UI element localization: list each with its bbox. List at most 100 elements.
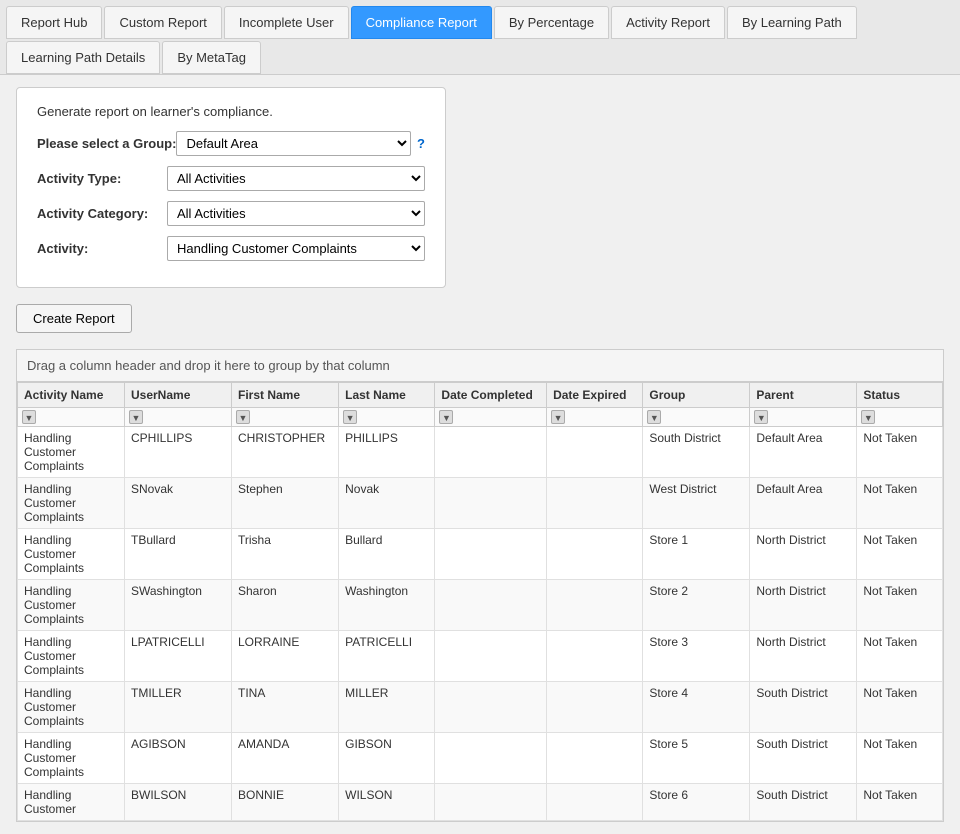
col-header-status[interactable]: Status bbox=[857, 383, 943, 408]
filter-icon-parent[interactable]: ▼ bbox=[754, 410, 768, 424]
col-header-parent[interactable]: Parent bbox=[750, 383, 857, 408]
cell-firstname-0: CHRISTOPHER bbox=[232, 427, 339, 478]
cell-activity-4: Handling Customer Complaints bbox=[18, 631, 125, 682]
cell-status-6: Not Taken bbox=[857, 733, 943, 784]
col-header-username[interactable]: UserName bbox=[125, 383, 232, 408]
col-header-group[interactable]: Group bbox=[643, 383, 750, 408]
cell-activity-7: Handling Customer bbox=[18, 784, 125, 821]
cell-parent-5: South District bbox=[750, 682, 857, 733]
tab-by-percentage[interactable]: By Percentage bbox=[494, 6, 609, 39]
form-description: Generate report on learner's compliance. bbox=[37, 104, 425, 119]
cell-dateexpired-3 bbox=[547, 580, 643, 631]
form-panel: Generate report on learner's compliance.… bbox=[16, 87, 446, 288]
tab-by-metatag[interactable]: By MetaTag bbox=[162, 41, 261, 74]
group-label: Please select a Group: bbox=[37, 136, 176, 151]
cell-username-0: CPHILLIPS bbox=[125, 427, 232, 478]
cell-datecompleted-0 bbox=[435, 427, 547, 478]
table-row: Handling Customer Complaints TBullard Tr… bbox=[18, 529, 943, 580]
cell-status-3: Not Taken bbox=[857, 580, 943, 631]
tab-compliance-report[interactable]: Compliance Report bbox=[351, 6, 492, 39]
cell-activity-6: Handling Customer Complaints bbox=[18, 733, 125, 784]
table-row: Handling Customer Complaints SWashington… bbox=[18, 580, 943, 631]
cell-datecompleted-7 bbox=[435, 784, 547, 821]
cell-dateexpired-6 bbox=[547, 733, 643, 784]
main-content: Generate report on learner's compliance.… bbox=[0, 75, 960, 834]
activity-type-row: Activity Type: All Activities bbox=[37, 166, 425, 191]
activity-category-label: Activity Category: bbox=[37, 206, 167, 221]
activity-type-select[interactable]: All Activities bbox=[167, 166, 425, 191]
filter-icon-activity[interactable]: ▼ bbox=[22, 410, 36, 424]
cell-parent-6: South District bbox=[750, 733, 857, 784]
cell-firstname-2: Trisha bbox=[232, 529, 339, 580]
group-row: Please select a Group: Default Area ? bbox=[37, 131, 425, 156]
help-link[interactable]: ? bbox=[417, 136, 425, 151]
col-header-activity-name[interactable]: Activity Name bbox=[18, 383, 125, 408]
cell-datecompleted-4 bbox=[435, 631, 547, 682]
cell-dateexpired-4 bbox=[547, 631, 643, 682]
drag-header: Drag a column header and drop it here to… bbox=[17, 350, 943, 382]
cell-username-7: BWILSON bbox=[125, 784, 232, 821]
col-header-date-expired[interactable]: Date Expired bbox=[547, 383, 643, 408]
cell-username-3: SWashington bbox=[125, 580, 232, 631]
filter-icon-datecompleted[interactable]: ▼ bbox=[439, 410, 453, 424]
col-header-last-name[interactable]: Last Name bbox=[339, 383, 435, 408]
tab-custom-report[interactable]: Custom Report bbox=[104, 6, 221, 39]
filter-icon-dateexpired[interactable]: ▼ bbox=[551, 410, 565, 424]
cell-dateexpired-5 bbox=[547, 682, 643, 733]
cell-firstname-7: BONNIE bbox=[232, 784, 339, 821]
activity-category-select[interactable]: All Activities bbox=[167, 201, 425, 226]
cell-lastname-1: Novak bbox=[339, 478, 435, 529]
activity-category-row: Activity Category: All Activities bbox=[37, 201, 425, 226]
filter-icon-group[interactable]: ▼ bbox=[647, 410, 661, 424]
table-body: Handling Customer Complaints CPHILLIPS C… bbox=[18, 427, 943, 821]
column-headers: Activity Name UserName First Name Last N… bbox=[18, 383, 943, 408]
tab-learning-path-details[interactable]: Learning Path Details bbox=[6, 41, 160, 74]
cell-group-5: Store 4 bbox=[643, 682, 750, 733]
activity-label: Activity: bbox=[37, 241, 167, 256]
filter-icon-firstname[interactable]: ▼ bbox=[236, 410, 250, 424]
cell-datecompleted-6 bbox=[435, 733, 547, 784]
cell-lastname-4: PATRICELLI bbox=[339, 631, 435, 682]
cell-lastname-5: MILLER bbox=[339, 682, 435, 733]
table-row: Handling Customer BWILSON BONNIE WILSON … bbox=[18, 784, 943, 821]
cell-firstname-5: TINA bbox=[232, 682, 339, 733]
cell-datecompleted-3 bbox=[435, 580, 547, 631]
cell-status-5: Not Taken bbox=[857, 682, 943, 733]
group-select[interactable]: Default Area bbox=[176, 131, 411, 156]
filter-icon-lastname[interactable]: ▼ bbox=[343, 410, 357, 424]
cell-dateexpired-1 bbox=[547, 478, 643, 529]
cell-datecompleted-5 bbox=[435, 682, 547, 733]
cell-activity-1: Handling Customer Complaints bbox=[18, 478, 125, 529]
tab-by-learning-path[interactable]: By Learning Path bbox=[727, 6, 857, 39]
cell-username-4: LPATRICELLI bbox=[125, 631, 232, 682]
cell-dateexpired-0 bbox=[547, 427, 643, 478]
cell-status-7: Not Taken bbox=[857, 784, 943, 821]
tab-incomplete-user[interactable]: Incomplete User bbox=[224, 6, 349, 39]
activity-type-label: Activity Type: bbox=[37, 171, 167, 186]
filter-icon-username[interactable]: ▼ bbox=[129, 410, 143, 424]
cell-parent-2: North District bbox=[750, 529, 857, 580]
cell-parent-4: North District bbox=[750, 631, 857, 682]
cell-username-1: SNovak bbox=[125, 478, 232, 529]
tab-activity-report[interactable]: Activity Report bbox=[611, 6, 725, 39]
col-header-first-name[interactable]: First Name bbox=[232, 383, 339, 408]
cell-parent-0: Default Area bbox=[750, 427, 857, 478]
cell-group-6: Store 5 bbox=[643, 733, 750, 784]
data-table: Activity Name UserName First Name Last N… bbox=[17, 382, 943, 821]
cell-username-6: AGIBSON bbox=[125, 733, 232, 784]
cell-group-2: Store 1 bbox=[643, 529, 750, 580]
cell-firstname-3: Sharon bbox=[232, 580, 339, 631]
activity-row: Activity: Handling Customer Complaints bbox=[37, 236, 425, 261]
cell-dateexpired-7 bbox=[547, 784, 643, 821]
cell-group-1: West District bbox=[643, 478, 750, 529]
activity-select[interactable]: Handling Customer Complaints bbox=[167, 236, 425, 261]
cell-status-0: Not Taken bbox=[857, 427, 943, 478]
filter-icon-status[interactable]: ▼ bbox=[861, 410, 875, 424]
table-container: Drag a column header and drop it here to… bbox=[16, 349, 944, 822]
cell-activity-0: Handling Customer Complaints bbox=[18, 427, 125, 478]
create-report-button[interactable]: Create Report bbox=[16, 304, 132, 333]
cell-lastname-0: PHILLIPS bbox=[339, 427, 435, 478]
col-header-date-completed[interactable]: Date Completed bbox=[435, 383, 547, 408]
tab-report-hub[interactable]: Report Hub bbox=[6, 6, 102, 39]
cell-parent-7: South District bbox=[750, 784, 857, 821]
